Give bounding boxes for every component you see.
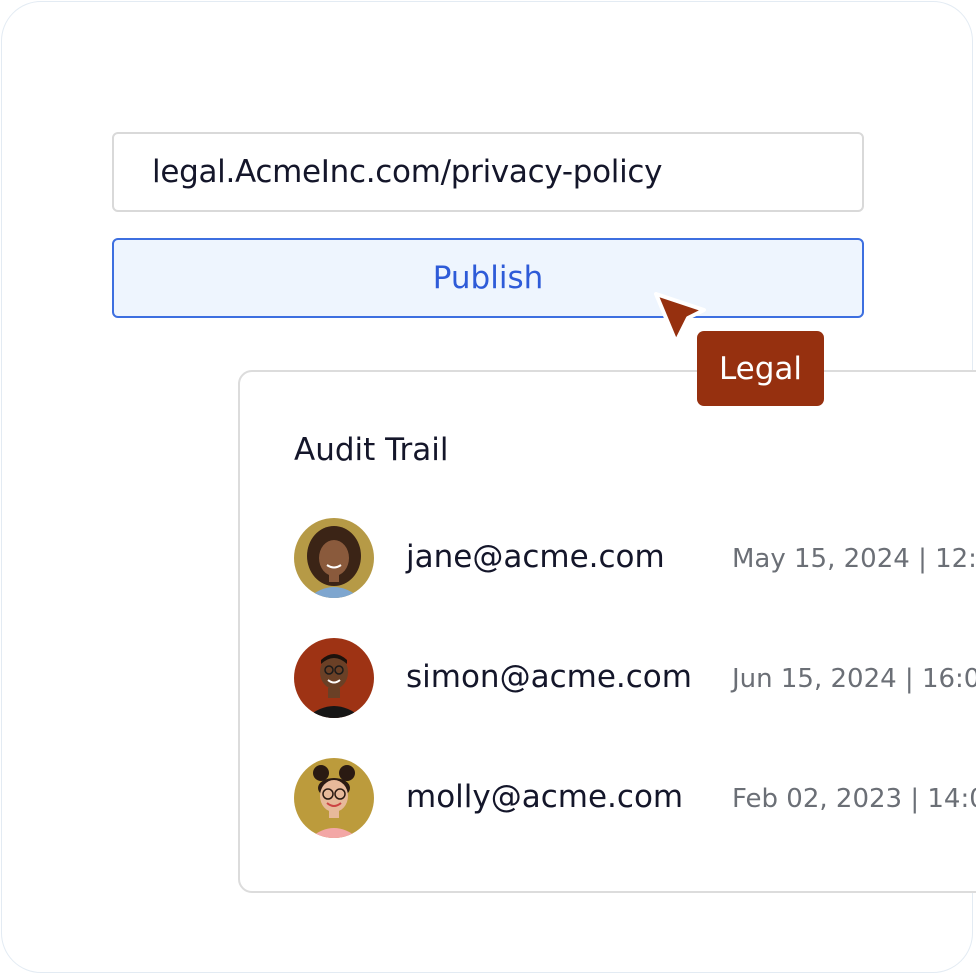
avatar [294,638,374,718]
publish-button-label: Publish [432,260,544,296]
publish-button[interactable]: Publish [112,238,864,318]
url-input[interactable]: legal.AcmeInc.com/privacy-policy [112,132,864,212]
avatar [294,518,374,598]
audit-email: simon@acme.com [406,659,692,695]
audit-row[interactable]: simon@acme.com Jun 15, 2024 | 16:00 [294,638,976,718]
avatar [294,758,374,838]
audit-email: jane@acme.com [406,539,665,575]
audit-timestamp: Feb 02, 2023 | 14:01 [732,784,976,814]
audit-timestamp: Jun 15, 2024 | 16:00 [732,664,976,694]
legal-tag-label: Legal [718,350,803,387]
legal-tag: Legal [697,331,824,406]
audit-row[interactable]: molly@acme.com Feb 02, 2023 | 14:01 [294,758,976,838]
audit-row[interactable]: jane@acme.com May 15, 2024 | 12:55 [294,518,976,598]
audit-trail-title: Audit Trail [294,432,449,468]
audit-timestamp: May 15, 2024 | 12:55 [732,544,976,574]
audit-email: molly@acme.com [406,779,684,815]
url-input-value: legal.AcmeInc.com/privacy-policy [152,154,663,190]
